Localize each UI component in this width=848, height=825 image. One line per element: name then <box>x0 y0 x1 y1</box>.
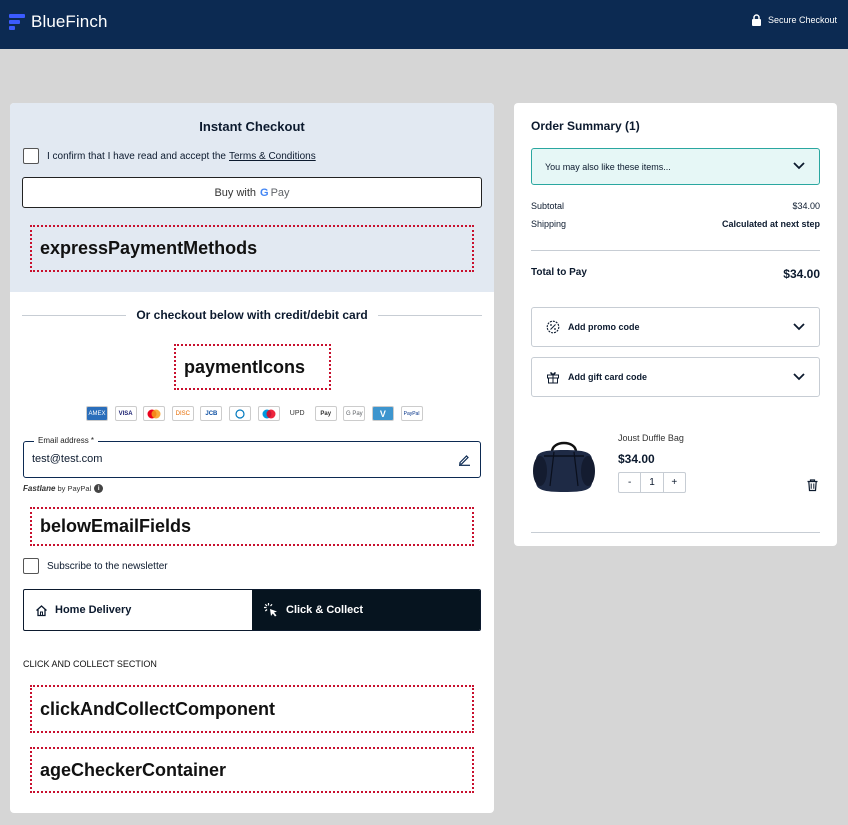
below-email-fields-placeholder: belowEmailFields <box>30 507 474 546</box>
buy-with-label: Buy with <box>214 186 257 199</box>
subtotal-row: Subtotal $34.00 <box>531 201 820 211</box>
payment-icons-placeholder: paymentIcons <box>174 344 331 390</box>
terms-checkbox[interactable] <box>23 148 39 164</box>
secure-checkout: Secure Checkout <box>751 14 837 26</box>
product-price: $34.00 <box>618 452 655 466</box>
product-name[interactable]: Joust Duffle Bag <box>618 433 684 443</box>
fastlane-by: by PayPal <box>57 484 92 493</box>
email-label: Email address * <box>34 436 99 445</box>
checkout-card: Instant Checkout I confirm that I have r… <box>10 103 494 813</box>
card-divider-text: Or checkout below with credit/debit card <box>136 308 368 322</box>
card-divider: Or checkout below with credit/debit card <box>22 307 482 323</box>
house-icon <box>36 604 47 616</box>
payment-icons: AMEX VISA DISC JCB UPD Pay G Pay V PayPa… <box>86 406 429 421</box>
promo-code-label: Add promo code <box>568 322 640 332</box>
express-payment-methods-placeholder: expressPaymentMethods <box>30 225 474 272</box>
click-collect-section-title: CLICK AND COLLECT SECTION <box>23 659 157 669</box>
gift-card-accordion[interactable]: Add gift card code <box>531 357 820 397</box>
click-and-collect-placeholder: clickAndCollectComponent <box>30 685 474 733</box>
total-label: Total to Pay <box>531 267 587 278</box>
shipping-label: Shipping <box>531 219 567 229</box>
click-cursor-icon <box>264 603 277 617</box>
order-summary-card: Order Summary (1) You may also like thes… <box>514 103 837 546</box>
summary-divider <box>531 250 820 251</box>
express-checkout-title: Instant Checkout <box>199 119 305 134</box>
brand-name: BlueFinch <box>31 12 108 31</box>
venmo-icon: V <box>371 406 394 421</box>
decrease-qty-button[interactable]: - <box>619 473 640 492</box>
terms-link[interactable]: Terms & Conditions <box>229 151 316 162</box>
gpay-pay-label: Pay <box>270 186 290 199</box>
jcb-icon: JCB <box>200 406 223 421</box>
total-value: $34.00 <box>783 267 820 281</box>
tab-home-delivery[interactable]: Home Delivery <box>24 590 252 630</box>
chevron-down-icon <box>793 373 805 381</box>
diners-icon <box>228 406 251 421</box>
amex-icon: AMEX <box>86 406 108 421</box>
quantity-stepper: - 1 + <box>618 472 686 493</box>
discover-icon: DISC <box>171 406 194 421</box>
top-header: BlueFinch Secure Checkout <box>0 0 848 49</box>
gift-icon <box>547 372 559 384</box>
age-checker-placeholder: ageCheckerContainer <box>30 747 474 793</box>
delivery-method-tabs: Home Delivery Click & Collect <box>23 589 481 631</box>
express-checkout-section: Instant Checkout I confirm that I have r… <box>10 103 494 292</box>
brand[interactable]: BlueFinch <box>9 12 108 32</box>
shipping-value: Calculated at next step <box>721 219 820 229</box>
lock-icon <box>751 14 761 26</box>
product-divider <box>531 532 820 533</box>
email-value: test@test.com <box>32 453 103 465</box>
suggested-items-label: You may also like these items... <box>545 161 671 172</box>
total-row: Total to Pay $34.00 <box>531 267 820 281</box>
fastlane-badge: Fastlane by PayPal i <box>23 484 104 493</box>
tab-click-collect[interactable]: Click & Collect <box>252 590 480 630</box>
tab-click-collect-label: Click & Collect <box>286 604 364 616</box>
mastercard-icon <box>143 406 166 421</box>
chevron-down-icon <box>793 323 805 331</box>
terms-row: I confirm that I have read and accept th… <box>23 148 316 164</box>
visa-icon: VISA <box>114 406 137 421</box>
pencil-icon[interactable] <box>458 453 471 466</box>
order-summary-title: Order Summary (1) <box>531 119 640 133</box>
email-field[interactable]: Email address * test@test.com <box>23 436 481 478</box>
shipping-row: Shipping Calculated at next step <box>531 219 820 229</box>
apple-pay-icon: Pay <box>314 406 337 421</box>
chevron-down-icon <box>793 162 805 170</box>
upd-icon: UPD <box>286 406 309 421</box>
newsletter-label: Subscribe to the newsletter <box>47 560 168 572</box>
suggested-items-dropdown[interactable]: You may also like these items... <box>531 148 820 185</box>
subtotal-label: Subtotal <box>531 201 565 211</box>
newsletter-row: Subscribe to the newsletter <box>23 558 168 574</box>
tab-home-delivery-label: Home Delivery <box>55 604 132 616</box>
promo-code-accordion[interactable]: Add promo code <box>531 307 820 347</box>
newsletter-checkbox[interactable] <box>23 558 39 574</box>
subtotal-value: $34.00 <box>792 201 820 211</box>
google-g-icon: G <box>260 186 269 199</box>
google-pay-icon: G Pay <box>343 406 366 421</box>
gift-card-label: Add gift card code <box>568 372 648 382</box>
terms-text: I confirm that I have read and accept th… <box>47 150 226 162</box>
secure-checkout-label: Secure Checkout <box>767 15 837 25</box>
fastlane-label: Fastlane <box>23 484 56 493</box>
discount-badge-icon <box>546 320 560 334</box>
qty-value[interactable]: 1 <box>640 473 664 492</box>
maestro-icon <box>257 406 280 421</box>
google-pay-button[interactable]: Buy with G Pay <box>22 177 482 208</box>
increase-qty-button[interactable]: + <box>664 473 685 492</box>
paypal-icon: PayPal <box>400 406 423 421</box>
bluefinch-logo-icon <box>9 13 25 31</box>
info-icon[interactable]: i <box>94 484 104 493</box>
duffle-bag-image <box>533 441 595 492</box>
trash-icon[interactable] <box>806 478 819 492</box>
